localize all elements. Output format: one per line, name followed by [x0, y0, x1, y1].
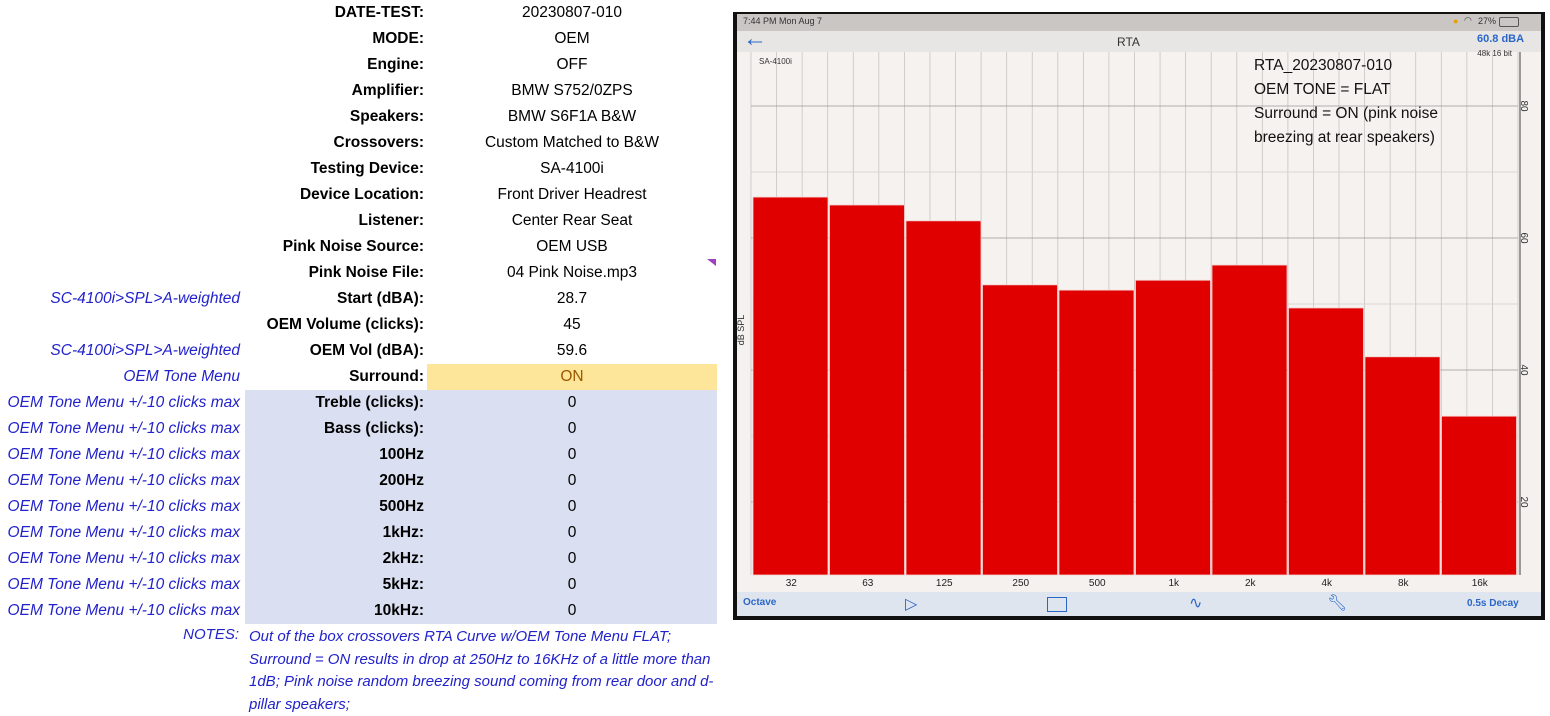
y-tick-label: 40 [1518, 364, 1529, 376]
x-tick-label: 2k [1245, 578, 1257, 589]
overlay-annotation: OEM TONE = FLAT [1254, 81, 1391, 98]
bar-500 [1058, 289, 1135, 576]
overlay-annotation: breezing at rear speakers) [1254, 129, 1435, 146]
device-name: SA-4100i [759, 57, 792, 66]
bar-8k [1364, 356, 1441, 576]
x-tick-label: 8k [1398, 578, 1410, 589]
bar-4k [1288, 307, 1364, 576]
y-tick-label: 80 [1518, 100, 1529, 112]
bar-32 [752, 196, 829, 576]
x-tick-label: 32 [786, 578, 798, 589]
rta-chart: 80 60 40 20 dB SPL 32 63 125 250 500 1k 2k 4k 8k 16k SA… [736, 49, 1529, 589]
sample-rate: 48k 16 bit [1477, 49, 1512, 58]
bar-16k [1441, 415, 1517, 576]
y-tick-label: 60 [1518, 232, 1529, 244]
bar-1k [1135, 279, 1211, 576]
x-tick-label: 125 [936, 578, 953, 589]
x-tick-label: 500 [1089, 578, 1106, 589]
x-tick-label: 1k [1168, 578, 1180, 589]
x-tick-label: 4k [1321, 578, 1333, 589]
y-tick-label: 20 [1518, 496, 1529, 508]
x-tick-label: 250 [1012, 578, 1029, 589]
overlay-annotation: RTA_20230807-010 [1254, 57, 1393, 74]
bar-2k [1211, 264, 1288, 576]
bar-63 [829, 204, 905, 576]
bar-250 [982, 284, 1058, 576]
overlay-annotation: Surround = ON (pink noise [1254, 105, 1438, 122]
x-tick-label: 16k [1472, 578, 1489, 589]
x-tick-label: 63 [862, 578, 874, 589]
y-axis-label: dB SPL [736, 315, 746, 346]
bar-125 [905, 220, 982, 576]
